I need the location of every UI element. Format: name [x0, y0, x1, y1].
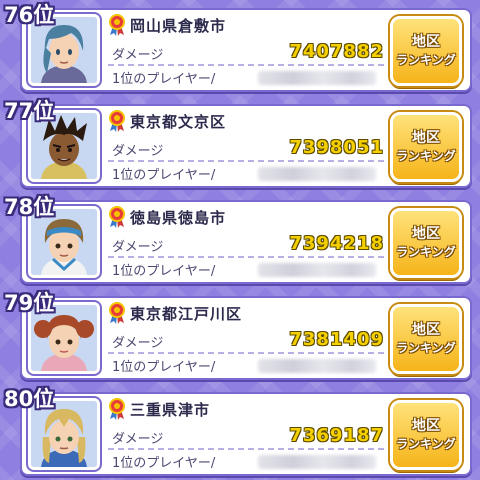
rank-label: 80位 [4, 387, 55, 411]
damage-label: ダメージ [112, 432, 164, 447]
entry-info: 東京都江戸川区 ダメージ 7381409 1位のプレイヤー/ [108, 300, 384, 380]
location-name: 東京都江戸川区 [130, 304, 243, 323]
damage-row: ダメージ 7398051 [108, 137, 384, 162]
regional-ranking-button[interactable]: 地区 ランキング [390, 400, 462, 470]
damage-row: ダメージ 7407882 [108, 41, 384, 66]
location-row: 岡山県倉敷市 [108, 14, 226, 36]
medal-icon [109, 302, 125, 324]
damage-value: 7394218 [289, 233, 384, 254]
rank-label: 78位 [4, 195, 55, 219]
damage-value: 7407882 [289, 41, 384, 62]
button-label-line2: ランキング [396, 245, 456, 259]
damage-row: ダメージ 7369187 [108, 425, 384, 450]
button-label-line2: ランキング [396, 341, 456, 355]
ranking-entry: 79位 東京都江戸川区 ダメージ 7381409 1位のプレイヤー/ 地区 ラン… [0, 288, 480, 384]
blurred-player-name [258, 71, 376, 85]
location-name: 徳島県徳島市 [130, 208, 227, 227]
rank-label: 76位 [4, 3, 55, 27]
ranking-card: 東京都江戸川区 ダメージ 7381409 1位のプレイヤー/ 地区 ランキング [20, 296, 472, 380]
ranking-card: 岡山県倉敷市 ダメージ 7407882 1位のプレイヤー/ 地区 ランキング [20, 8, 472, 92]
location-name: 東京都文京区 [130, 112, 227, 131]
location-row: 三重県津市 [108, 398, 210, 420]
button-label-line2: ランキング [396, 53, 456, 67]
rank-label: 79位 [4, 291, 55, 315]
ranking-entry: 77位 東京都文京区 ダメージ 7398051 1位のプレイヤー/ 地区 ランキ… [0, 96, 480, 192]
top-player-label: 1位のプレイヤー/ [112, 264, 216, 279]
entry-info: 徳島県徳島市 ダメージ 7394218 1位のプレイヤー/ [108, 204, 384, 284]
regional-ranking-button[interactable]: 地区 ランキング [390, 112, 462, 182]
entry-info: 三重県津市 ダメージ 7369187 1位のプレイヤー/ [108, 396, 384, 476]
blurred-player-name [258, 167, 376, 181]
button-label-line1: 地区 [412, 226, 440, 242]
damage-label: ダメージ [112, 336, 164, 351]
top-player-row: 1位のプレイヤー/ [108, 450, 384, 472]
button-label-line2: ランキング [396, 149, 456, 163]
ranking-entry: 80位 三重県津市 ダメージ 7369187 1位のプレイヤー/ 地区 ランキン… [0, 384, 480, 480]
medal-icon [109, 14, 125, 36]
top-player-row: 1位のプレイヤー/ [108, 66, 384, 88]
top-player-row: 1位のプレイヤー/ [108, 258, 384, 280]
ranking-entry: 76位 岡山県倉敷市 ダメージ 7407882 1位のプレイヤー/ 地区 ランキ… [0, 0, 480, 96]
button-label-line1: 地区 [412, 418, 440, 434]
location-row: 徳島県徳島市 [108, 206, 226, 228]
ranking-card: 徳島県徳島市 ダメージ 7394218 1位のプレイヤー/ 地区 ランキング [20, 200, 472, 284]
damage-label: ダメージ [112, 48, 164, 63]
top-player-row: 1位のプレイヤー/ [108, 354, 384, 376]
top-player-label: 1位のプレイヤー/ [112, 168, 216, 183]
rank-label: 77位 [4, 99, 55, 123]
entry-info: 岡山県倉敷市 ダメージ 7407882 1位のプレイヤー/ [108, 12, 384, 92]
top-player-row: 1位のプレイヤー/ [108, 162, 384, 184]
entry-info: 東京都文京区 ダメージ 7398051 1位のプレイヤー/ [108, 108, 384, 188]
button-label-line1: 地区 [412, 130, 440, 146]
damage-value: 7398051 [289, 137, 384, 158]
regional-ranking-button[interactable]: 地区 ランキング [390, 208, 462, 278]
damage-value: 7369187 [289, 425, 384, 446]
regional-ranking-list: 76位 岡山県倉敷市 ダメージ 7407882 1位のプレイヤー/ 地区 ランキ… [0, 0, 480, 480]
ranking-card: 三重県津市 ダメージ 7369187 1位のプレイヤー/ 地区 ランキング [20, 392, 472, 476]
top-player-label: 1位のプレイヤー/ [112, 456, 216, 471]
ranking-card: 東京都文京区 ダメージ 7398051 1位のプレイヤー/ 地区 ランキング [20, 104, 472, 188]
medal-icon [109, 206, 125, 228]
ranking-entry: 78位 徳島県徳島市 ダメージ 7394218 1位のプレイヤー/ 地区 ランキ… [0, 192, 480, 288]
location-name: 岡山県倉敷市 [130, 16, 227, 35]
blurred-player-name [258, 263, 376, 277]
button-label-line2: ランキング [396, 437, 456, 451]
top-player-label: 1位のプレイヤー/ [112, 72, 216, 87]
blurred-player-name [258, 359, 376, 373]
damage-label: ダメージ [112, 144, 164, 159]
blurred-player-name [258, 455, 376, 469]
medal-icon [109, 398, 125, 420]
location-row: 東京都文京区 [108, 110, 226, 132]
damage-row: ダメージ 7381409 [108, 329, 384, 354]
medal-icon [109, 110, 125, 132]
location-name: 三重県津市 [130, 400, 211, 419]
button-label-line1: 地区 [412, 34, 440, 50]
button-label-line1: 地区 [412, 322, 440, 338]
top-player-label: 1位のプレイヤー/ [112, 360, 216, 375]
location-row: 東京都江戸川区 [108, 302, 242, 324]
regional-ranking-button[interactable]: 地区 ランキング [390, 16, 462, 86]
damage-value: 7381409 [289, 329, 384, 350]
damage-row: ダメージ 7394218 [108, 233, 384, 258]
damage-label: ダメージ [112, 240, 164, 255]
regional-ranking-button[interactable]: 地区 ランキング [390, 304, 462, 374]
